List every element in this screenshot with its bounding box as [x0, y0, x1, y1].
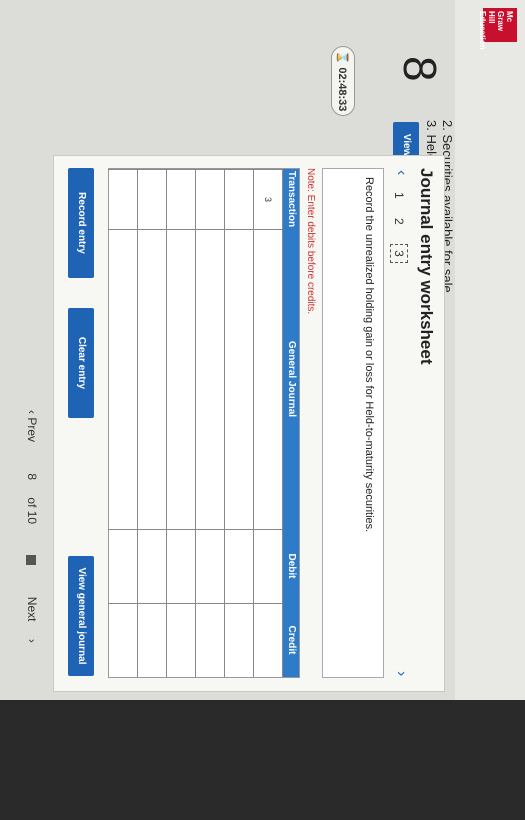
col-transaction: Transaction	[283, 169, 299, 229]
screen-stage: Mc Graw Hill Education 8 2. Securities ava…	[0, 0, 525, 700]
cell-journal[interactable]	[253, 229, 282, 529]
col-general-journal: General Journal	[283, 229, 299, 529]
cell-debit[interactable]	[166, 529, 195, 603]
page-indicator: 8 of 10	[25, 473, 39, 525]
cell-transaction[interactable]: 3	[253, 169, 282, 229]
cell-transaction[interactable]	[137, 169, 166, 229]
cell-debit[interactable]	[108, 529, 137, 603]
table-row	[108, 169, 138, 677]
step-nav: 1 2 3	[390, 192, 408, 279]
cell-journal[interactable]	[224, 229, 253, 529]
view-general-journal-button[interactable]: View general journal	[68, 556, 94, 676]
cell-journal[interactable]	[108, 229, 137, 529]
worksheet-title: Journal entry worksheet	[417, 168, 436, 365]
clock-icon: ⌛	[336, 50, 348, 65]
cell-debit[interactable]	[253, 529, 282, 603]
cell-transaction[interactable]	[108, 169, 137, 229]
table-row	[195, 169, 225, 677]
cell-credit[interactable]	[137, 603, 166, 677]
cell-credit[interactable]	[195, 603, 224, 677]
grid-icon[interactable]	[26, 555, 37, 566]
journal-worksheet-panel: Journal entry worksheet ‹ 1 2 3 › Record…	[53, 155, 445, 692]
table-row	[137, 169, 167, 677]
instruction-text: Record the unrealized holding gain or lo…	[363, 177, 375, 533]
table-row	[166, 169, 196, 677]
step-1[interactable]: 1	[392, 192, 406, 199]
step-3[interactable]: 3	[390, 244, 408, 263]
main-content: 8 2. Securities available for sale. 3. H…	[0, 0, 455, 700]
cell-credit[interactable]	[108, 603, 137, 677]
cell-transaction[interactable]	[224, 169, 253, 229]
cell-credit[interactable]	[166, 603, 195, 677]
cell-debit[interactable]	[137, 529, 166, 603]
cell-transaction[interactable]	[195, 169, 224, 229]
cell-journal[interactable]	[166, 229, 195, 529]
cell-journal[interactable]	[137, 229, 166, 529]
record-entry-button[interactable]: Record entry	[68, 168, 94, 278]
cell-debit[interactable]	[195, 529, 224, 603]
cell-credit[interactable]	[253, 603, 282, 677]
note-text: Note: Enter debits before credits.	[305, 168, 316, 315]
cell-credit[interactable]	[224, 603, 253, 677]
step-2[interactable]: 2	[392, 218, 406, 225]
prev-link[interactable]: ‹ Prev	[25, 410, 39, 456]
left-rail: Mc Graw Hill Education	[455, 0, 525, 700]
table-row	[224, 169, 254, 677]
journal-table: Transaction General Journal Debit Credit…	[108, 168, 300, 678]
clear-entry-button[interactable]: Clear entry	[68, 308, 94, 418]
timer-badge: ⌛ 02:48:33	[331, 46, 355, 116]
cell-debit[interactable]	[224, 529, 253, 603]
chevron-left-icon[interactable]: ‹	[392, 170, 410, 175]
next-link[interactable]: Next ›	[25, 597, 39, 643]
pager: ‹ Prev 8 of 10 Next ›	[25, 410, 39, 657]
table-row: 3	[253, 169, 283, 677]
cell-journal[interactable]	[195, 229, 224, 529]
col-credit: Credit	[283, 603, 299, 677]
chevron-right-icon[interactable]: ›	[392, 671, 410, 676]
instruction-box: Record the unrealized holding gain or lo…	[322, 168, 384, 678]
col-debit: Debit	[283, 529, 299, 603]
question-number: 8	[394, 56, 446, 82]
cell-transaction[interactable]	[166, 169, 195, 229]
mcgraw-hill-logo: Mc Graw Hill Education	[478, 8, 517, 50]
